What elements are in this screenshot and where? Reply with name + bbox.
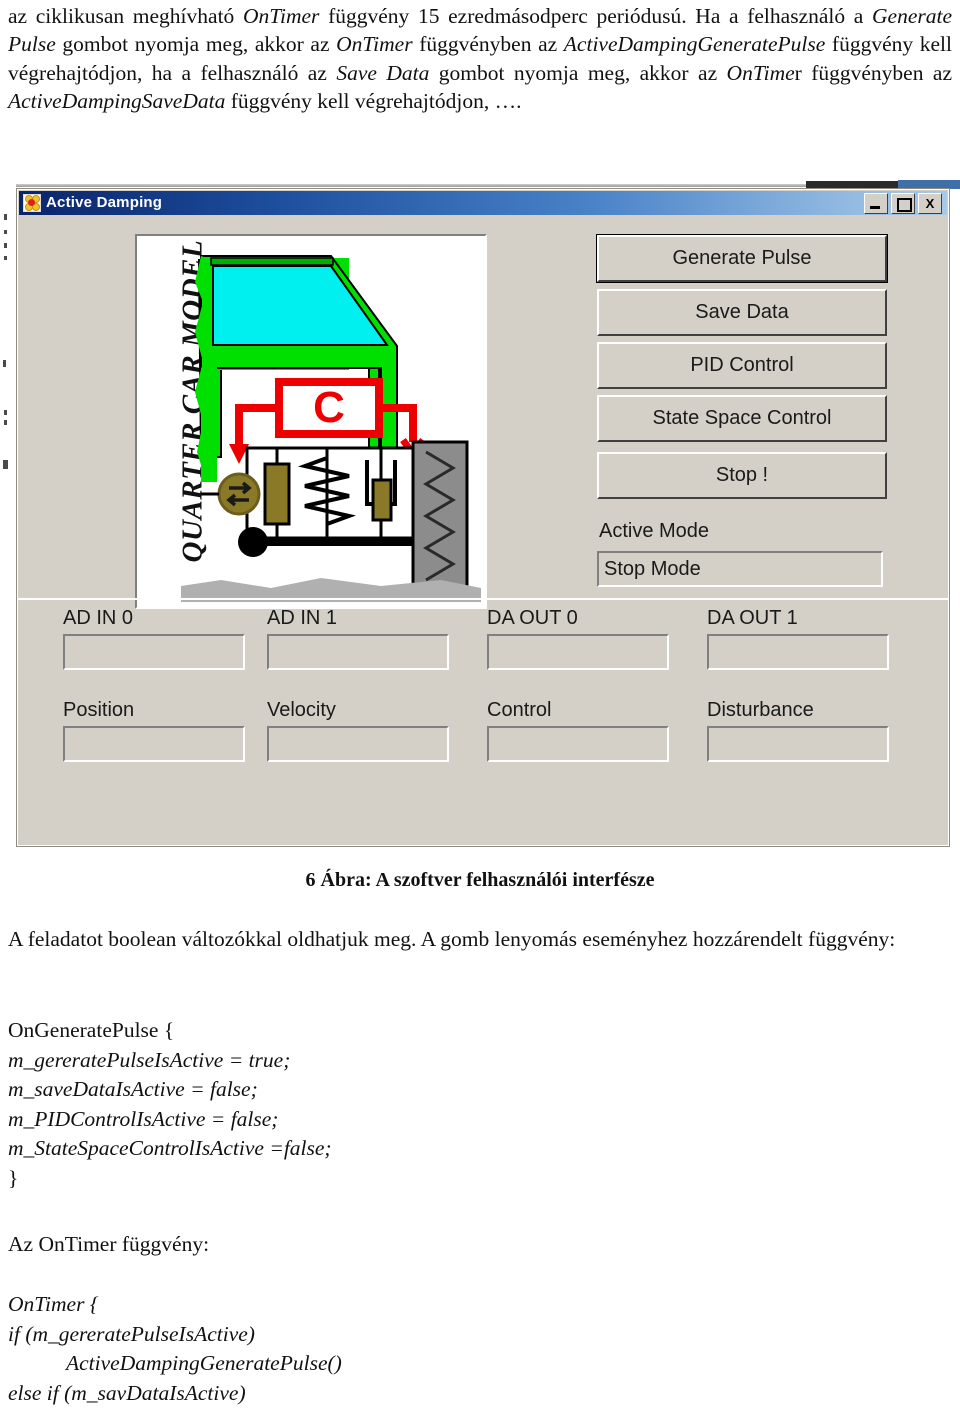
disturbance-label: Disturbance: [707, 699, 814, 721]
io-field-control: Control: [487, 699, 669, 762]
scan-speckle: [4, 214, 7, 220]
ad-in-0-input[interactable]: [63, 634, 245, 670]
io-field-da-out-0: DA OUT 0: [487, 607, 669, 670]
ontimer-intro-label: Az OnTimer függvény:: [8, 1232, 210, 1256]
window-title: Active Damping: [46, 194, 163, 211]
maximize-button[interactable]: [891, 192, 915, 214]
controller-label: C: [313, 383, 345, 432]
mass-node: [238, 527, 268, 557]
code-line: m_saveDataIsActive = false;: [8, 1077, 258, 1101]
active-mode-label: Active Mode: [599, 520, 710, 542]
text-run: függvény kell végrehajtódjon, ….: [225, 89, 522, 114]
io-field-disturbance: Disturbance: [707, 699, 889, 762]
ad-in-1-label: AD IN 1: [267, 607, 338, 629]
text-run: r függvényben az: [794, 60, 952, 85]
generate-pulse-button[interactable]: Generate Pulse: [597, 235, 887, 282]
text-run: A feladatot boolean változókkal oldhatju…: [8, 927, 896, 951]
io-field-velocity: Velocity: [267, 699, 449, 762]
text-run: gombot nyomja meg, akkor az: [429, 60, 727, 85]
state-space-control-label: State Space Control: [652, 407, 832, 429]
code-line: else if (m_savDataIsActive): [8, 1380, 246, 1405]
position-label: Position: [63, 699, 135, 721]
italic-run: OnTimer: [242, 4, 320, 28]
io-field-ad-in-1: AD IN 1: [267, 607, 449, 670]
close-button[interactable]: X: [918, 192, 942, 214]
position-input[interactable]: [63, 726, 245, 762]
quarter-car-model-diagram: C: [181, 255, 481, 602]
active-mode-value: Stop Mode: [604, 557, 701, 580]
body-paragraph: A feladatot boolean változókkal oldhatju…: [8, 925, 952, 953]
scan-speckle: [4, 230, 7, 234]
io-field-da-out-1: DA OUT 1: [707, 607, 889, 670]
disturbance-input[interactable]: [707, 726, 889, 762]
active-damping-window: Active Damping X QUARTER CAR MODEL C Gen…: [16, 188, 950, 847]
control-label: Control: [487, 699, 552, 721]
actuator-circle: [217, 472, 261, 516]
stop-button[interactable]: Stop !: [597, 452, 887, 499]
text-run: függvény 15 ezredmásodperc periódusú. Ha…: [319, 4, 872, 28]
da-out-0-input[interactable]: [487, 634, 669, 670]
ad-in-0-label: AD IN 0: [63, 607, 134, 629]
scan-speckle: [4, 243, 7, 248]
minimize-button[interactable]: [864, 192, 888, 214]
scan-speckle: [4, 256, 7, 260]
italic-run: OnTime: [726, 60, 795, 85]
code-line: m_StateSpaceControlIsActive =false;: [8, 1136, 332, 1160]
code-line: if (m_gereratePulseIsActive): [8, 1321, 255, 1346]
save-data-button[interactable]: Save Data: [597, 289, 887, 336]
code-line: OnGeneratePulse {: [8, 1018, 175, 1042]
scan-speckle: [3, 460, 8, 469]
quarter-car-model-panel: QUARTER CAR MODEL C: [135, 234, 487, 609]
pid-control-button[interactable]: PID Control: [597, 342, 887, 389]
italic-run: OnTimer: [336, 32, 413, 57]
active-mode-field[interactable]: Stop Mode: [597, 551, 883, 587]
ad-in-1-input[interactable]: [267, 634, 449, 670]
save-data-label: Save Data: [695, 301, 789, 323]
italic-run: Save Data: [336, 60, 430, 85]
close-icon: X: [925, 195, 935, 211]
text-run: az ciklikusan meghívható: [8, 4, 243, 28]
code-line: m_PIDControlIsActive = false;: [8, 1106, 279, 1131]
flower-app-icon: [23, 194, 41, 212]
code-line: OnTimer {: [8, 1292, 99, 1316]
figure-caption: 6 Ábra: A szoftver felhasználói interfés…: [305, 869, 655, 891]
control-input[interactable]: [487, 726, 669, 762]
scan-speckle: [4, 420, 7, 425]
velocity-input[interactable]: [267, 726, 449, 762]
scan-speckle: [4, 410, 7, 415]
window-controls: X: [864, 192, 942, 214]
io-field-ad-in-0: AD IN 0: [63, 607, 245, 670]
da-out-0-label: DA OUT 0: [487, 607, 578, 629]
code-line: ActiveDampingGeneratePulse(): [66, 1351, 342, 1375]
text-run: függvényben az: [412, 32, 564, 57]
text-run: gombot nyomja meg, akkor az: [55, 32, 337, 57]
code-block-ontimer: OnTimer { if (m_gereratePulseIsActive) Act…: [8, 1290, 342, 1408]
damper-element: [263, 462, 291, 526]
stop-label: Stop !: [715, 464, 769, 486]
intro-paragraph: az ciklikusan meghívható OnTimer függvén…: [8, 2, 952, 116]
pid-control-label: PID Control: [690, 354, 794, 376]
code-line: }: [8, 1165, 19, 1190]
io-divider: [17, 598, 949, 600]
scan-artifact-dark-bar: [806, 181, 898, 188]
da-out-1-input[interactable]: [707, 634, 889, 670]
code-line: m_gereratePulseIsActive = true;: [8, 1047, 291, 1072]
window-title-bar[interactable]: Active Damping X: [19, 191, 947, 215]
io-field-position: Position: [63, 699, 245, 762]
da-out-1-label: DA OUT 1: [707, 607, 798, 629]
scan-artifact-line: [16, 184, 806, 187]
velocity-label: Velocity: [267, 699, 336, 721]
scan-speckle: [3, 360, 6, 367]
tire: [411, 440, 469, 589]
generate-pulse-label: Generate Pulse: [672, 247, 812, 269]
code-block-generate-pulse: OnGeneratePulse { m_gereratePulseIsActive…: [8, 1016, 332, 1193]
state-space-control-button[interactable]: State Space Control: [597, 395, 887, 442]
italic-run: ActiveDampingGeneratePulse: [563, 32, 826, 57]
italic-run: ActiveDampingSaveData: [8, 89, 226, 114]
